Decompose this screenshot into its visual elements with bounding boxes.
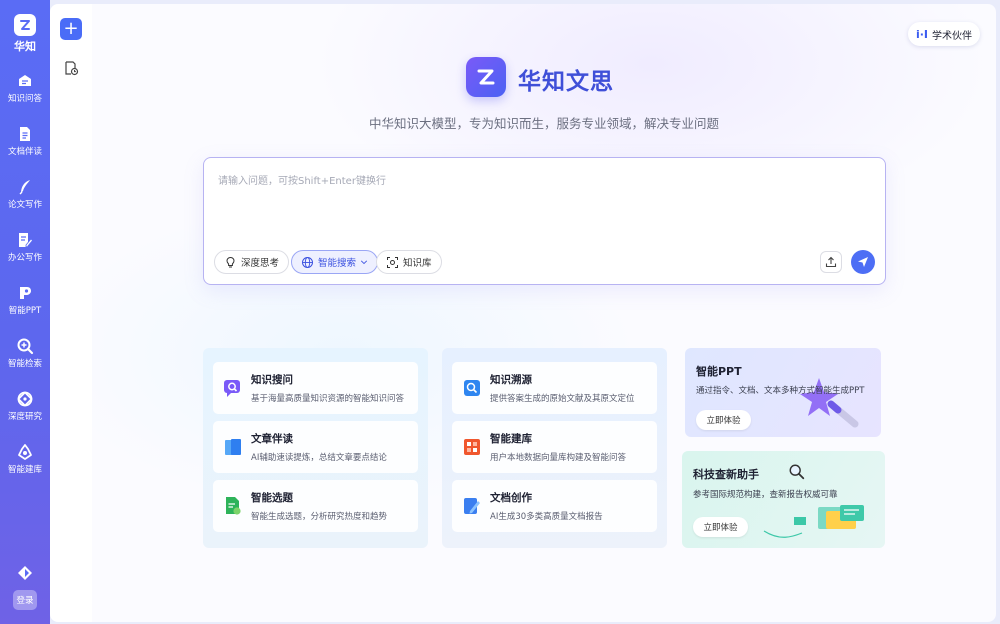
feature-title: 知识溯源: [490, 374, 532, 386]
rail-item-label: 知识问答: [7, 94, 42, 104]
send-icon: [858, 257, 868, 267]
globe-icon: [302, 256, 313, 268]
feature-knowledge-qa[interactable]: 知识搜问 基于海量高质量知识资源的智能知识问答: [213, 362, 418, 414]
rail-item-label: 智能PPT: [8, 306, 42, 316]
upload-button[interactable]: [820, 251, 842, 273]
smart-ppt-card[interactable]: 智能PPT 通过指令、文档、文本多种方式智能生成PPT 立即体验: [685, 348, 881, 437]
feature-title: 文档创作: [490, 492, 532, 504]
quill-icon: [19, 180, 30, 195]
feature-desc: AI辅助速读提炼，总结文章要点结论: [251, 453, 387, 463]
card-title: 科技查新助手: [693, 468, 759, 481]
database-icon: [18, 444, 32, 460]
partner-label: 学术伙伴: [932, 30, 973, 42]
rail-item-label: 深度研究: [7, 412, 42, 422]
left-rail: 华知 知识问答 文档伴读 论文写作 办公写作 智能PPT 智能检索 深度研究 智…: [0, 0, 50, 624]
question-input-box: 深度思考 智能搜索 知识库: [203, 157, 886, 285]
new-chat-button[interactable]: +: [60, 18, 82, 40]
rail-item-label: 办公写作: [7, 253, 42, 263]
chip-label: 知识库: [403, 258, 432, 269]
search-plus-icon: [17, 338, 34, 355]
topic-icon: [226, 497, 241, 515]
ppt-icon: [20, 287, 31, 299]
app-switch-icon[interactable]: [16, 564, 34, 582]
card-desc: 通过指令、文档、文本多种方式智能生成PPT: [696, 386, 865, 396]
rail-item-label: 论文写作: [7, 200, 42, 210]
question-input[interactable]: [218, 172, 868, 232]
ppt-try-button[interactable]: 立即体验: [696, 410, 751, 430]
feature-desc: AI生成30多类高质量文档报告: [490, 512, 603, 522]
rail-item-smart-ppt[interactable]: 智能PPT: [0, 284, 50, 316]
trace-icon: [464, 380, 480, 396]
feature-knowledge-trace[interactable]: 知识溯源 提供答案生成的原始文献及其原文定位: [452, 362, 657, 414]
rail-item-label: 智能检索: [7, 359, 42, 369]
feature-title: 智能建库: [490, 433, 532, 445]
feature-title: 文章伴读: [251, 433, 293, 445]
feature-desc: 智能生成选题，分析研究热度和趋势: [251, 512, 388, 522]
qa-icon: [19, 75, 31, 86]
feature-title: 知识搜问: [251, 374, 293, 386]
magnifier-icon: [789, 464, 805, 480]
feature-doc-creation[interactable]: 文档创作 AI生成30多类高质量文档报告: [452, 480, 657, 532]
deep-think-chip[interactable]: 深度思考: [214, 250, 290, 274]
feature-topic-selection[interactable]: 智能选题 智能生成选题，分析研究热度和趋势: [213, 480, 418, 532]
research-icon: [17, 391, 33, 407]
chat-search-icon: [224, 380, 240, 397]
rail-item-smart-search[interactable]: 智能检索: [0, 337, 50, 369]
rail-item-deep-research[interactable]: 深度研究: [0, 390, 50, 422]
app-logo-icon[interactable]: [14, 14, 36, 36]
rail-item-smart-library[interactable]: 智能建库: [0, 443, 50, 475]
chip-label: 智能搜索: [318, 258, 357, 269]
library-icon: [464, 439, 480, 455]
edit-doc-icon: [19, 233, 34, 248]
rail-item-doc-reading[interactable]: 文档伴读: [0, 125, 50, 157]
hero-logo-icon: [466, 57, 506, 97]
secondary-sidebar: +: [50, 4, 92, 622]
send-button[interactable]: [851, 250, 875, 274]
feature-panel-middle: 知识溯源 提供答案生成的原始文献及其原文定位 智能建库 用户本地数据向量库构建及…: [442, 348, 667, 548]
check-try-button[interactable]: 立即体验: [693, 517, 748, 537]
main-content: i·I 学术伙伴 华知文思 中华知识大模型，专为知识而生，服务专业领域，解决专业…: [92, 4, 996, 622]
document-icon: [20, 127, 30, 141]
feature-panel-left: 知识搜问 基于海量高质量知识资源的智能知识问答 文章伴读 AI辅助速读提炼，总结…: [203, 348, 428, 548]
chip-label: 深度思考: [241, 258, 280, 269]
doc-create-icon: [464, 498, 480, 514]
rail-item-label: 文档伴读: [7, 147, 42, 157]
card-title: 智能PPT: [696, 365, 742, 378]
partner-icon: i·I: [915, 27, 929, 41]
book-icon: [225, 439, 241, 455]
rail-brand: 华知: [14, 40, 36, 53]
feature-title: 智能选题: [251, 492, 293, 504]
scan-icon: [387, 256, 398, 268]
rail-item-paper-writing[interactable]: 论文写作: [0, 178, 50, 210]
upload-icon: [825, 256, 837, 268]
feature-desc: 用户本地数据向量库构建及智能问答: [490, 453, 627, 463]
feature-smart-library[interactable]: 智能建库 用户本地数据向量库构建及智能问答: [452, 421, 657, 473]
rail-item-office-writing[interactable]: 办公写作: [0, 231, 50, 263]
knowledge-base-chip[interactable]: 知识库: [376, 250, 442, 274]
smart-search-chip[interactable]: 智能搜索: [291, 250, 379, 274]
academic-partner-button[interactable]: i·I 学术伙伴: [908, 22, 980, 46]
documents-illustration-icon: [763, 505, 864, 538]
history-icon[interactable]: [63, 60, 79, 76]
feature-article-reading[interactable]: 文章伴读 AI辅助速读提炼，总结文章要点结论: [213, 421, 418, 473]
feature-desc: 提供答案生成的原始文献及其原文定位: [490, 394, 635, 404]
hero-title: 华知文思: [518, 69, 614, 95]
card-desc: 参考国际规范构建，查新报告权威可靠: [693, 490, 838, 500]
bulb-icon: [226, 256, 235, 267]
plus-icon: +: [63, 18, 79, 39]
sci-tech-check-card[interactable]: 科技查新助手 参考国际规范构建，查新报告权威可靠 立即体验: [682, 451, 885, 548]
rail-item-qa[interactable]: 知识问答: [0, 72, 50, 104]
chevron-down-icon: [360, 260, 368, 265]
login-button[interactable]: 登录: [13, 590, 37, 610]
hero-subtitle: 中华知识大模型，专为知识而生，服务专业领域，解决专业问题: [368, 116, 719, 131]
feature-desc: 基于海量高质量知识资源的智能知识问答: [251, 394, 405, 404]
magic-wand-icon: [800, 378, 859, 428]
rail-item-label: 智能建库: [7, 465, 42, 475]
